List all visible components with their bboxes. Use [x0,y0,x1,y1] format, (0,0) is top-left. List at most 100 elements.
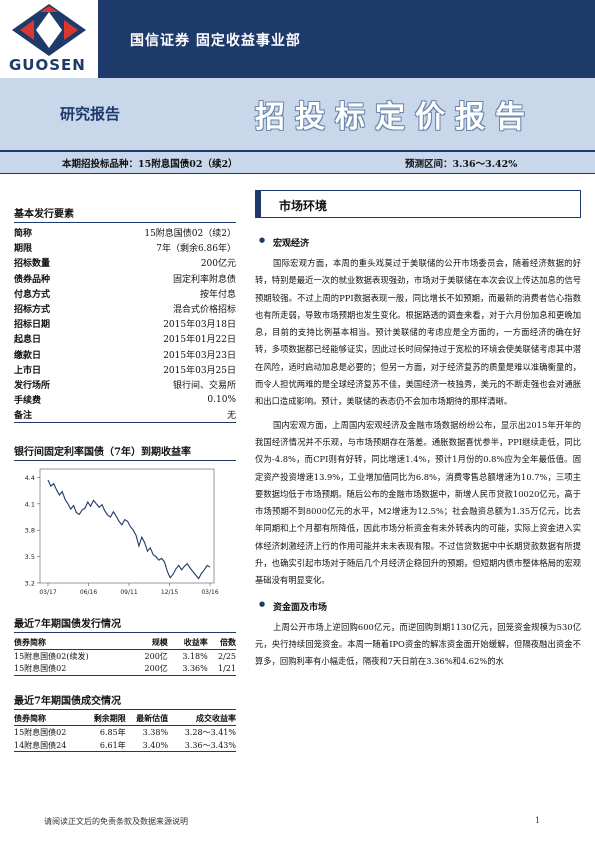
issue-term-value: 15附息国债02（续2） [144,229,236,240]
main-content: 市场环境 宏观经济 国际宏观方面，本周的重头戏莫过于美联储的公开市场委员会，随着… [255,190,581,671]
macro-heading: 宏观经济 [255,235,581,249]
table-cell: 15附息国债02 [14,662,132,676]
issue-terms-title: 基本发行要素 [14,205,236,223]
issue-term-key: 手续费 [14,396,42,407]
table-header: 成交收益率 [168,711,236,727]
section-heading: 市场环境 [255,190,581,218]
table-cell: 3.40% [125,738,169,753]
macro-paragraph-domestic: 国内宏观方面，上周国内宏观经济及金融市场数据纷纷公布，显示出2015年开年的我国… [255,419,581,586]
report-type: 研究报告 [60,105,121,123]
x-tick-label: 09/11 [120,589,137,596]
x-tick-label: 03/17 [39,589,56,596]
issue-term-key: 招标日期 [14,320,51,331]
issue-term-row: 简称 15附息国债02（续2） [14,225,236,240]
table-row: 15附息国债02(续发) 200亿 3.18% 2/25 [14,649,236,662]
table-header: 收益率 [167,635,208,650]
issue-term-row: 付息方式 按年付息 [14,286,236,301]
x-tick-label: 06/16 [80,589,97,596]
table-cell: 3.38% [142,728,169,738]
issue-term-value: 固定利率附息债 [172,274,236,285]
footer-disclaimer: 请阅读正文后的免责条款及数据来源说明 [44,817,188,826]
issue-term-row: 备注 无 [14,407,236,422]
issue-term-value: 按年付息 [199,289,236,300]
issue-term-value: 200亿元 [200,259,236,270]
issue-term-key: 备注 [14,411,33,422]
issue-term-row: 手续费 0.10% [14,392,236,407]
issue-term-row: 债券品种 固定利率附息债 [14,271,236,286]
table-header: 最新估值 [125,711,169,727]
funds-heading: 资金面及市场 [255,599,581,613]
table-cell: 200亿 [144,651,168,661]
funds-paragraph: 上周公开市场上逆回购600亿元，而逆回购到期1130亿元，回笼资金规模为530亿… [255,621,581,667]
table-cell: 1/21 [207,662,236,676]
issue-term-row: 招标方式 混合式价格招标 [14,301,236,316]
y-tick-label: 3.8 [25,527,35,535]
logo: GUOSEN [0,0,98,78]
issue-term-key: 起息日 [14,335,42,346]
macro-paragraph-international: 国际宏观方面，本周的重头戏莫过于美联储的公开市场委员会，随着经济数据的好转，特别… [255,258,581,407]
table-row: 15附息国债02 6.85年 3.38% 3.28～3.41% [14,726,236,739]
table-cell: 2/25 [218,651,236,661]
table-cell: 200亿 [131,662,168,676]
table-row: 14附息国债24 6.61年 3.40% 3.36～3.43% [14,738,236,753]
issue-term-key: 付息方式 [14,289,51,300]
recent-issues-table: 债券简称 规模 收益率 倍数 15附息国债02(续发) 200亿 3.18% 2/25 15附息… [14,635,236,676]
issue-term-row: 缴款日 2015年03月23日 [14,347,236,362]
issue-term-key: 简称 [14,229,33,240]
table-cell: 15附息国债02(续发) [14,651,89,661]
bond-label: 本期招投标品种：15附息国债02（续2） [62,159,238,170]
firm-name: 国信证券 固定收益事业部 [130,33,301,49]
x-tick-label: 12/15 [161,589,178,596]
issue-term-row: 招标日期 2015年03月18日 [14,316,236,331]
issue-term-value: 2015年01月22日 [163,335,236,346]
issue-term-key: 发行场所 [14,380,51,391]
page-number: 1 [535,816,541,825]
issue-term-key: 期限 [14,244,33,255]
bond-bar: 本期招投标品种：15附息国债02（续2） 预测区间：3.36～3.42% [0,150,595,174]
table-header: 剩余期限 [83,711,126,727]
y-tick-label: 3.2 [25,580,35,588]
yield-chart: 3.2 3.5 3.8 4.1 4.4 03/17 06/16 09/11 12/15 03/16 [25,469,219,596]
forecast-range: 预测区间：3.36～3.42% [405,159,518,170]
y-tick-label: 3.5 [25,554,35,562]
recent-trades-title: 最近7年期国债成交情况 [14,692,236,710]
report-title: 招投标定价报告 [255,100,535,135]
table-row: 15附息国债02 200亿 3.36% 1/21 [14,662,236,676]
table-header: 倍数 [207,635,236,650]
table-header: 债券简称 [14,635,132,650]
issue-term-row: 期限 7年（剩余6.86年） [14,240,236,255]
issue-term-row: 上市日 2015年03月25日 [14,362,236,377]
issue-term-key: 债券品种 [14,274,51,285]
issue-term-row: 起息日 2015年01月22日 [14,331,236,346]
issue-terms-table: 简称 15附息国债02（续2） 期限 7年（剩余6.86年） 招标数量 200亿元 债券品种… [14,225,236,424]
issue-term-key: 缴款日 [14,350,42,361]
issue-term-value: 银行间、交易所 [172,380,236,391]
table-cell: 3.36% [167,662,208,676]
issue-term-value: 2015年03月23日 [163,350,236,361]
y-tick-label: 4.1 [25,501,35,509]
recent-trades-table: 债券简称 剩余期限 最新估值 成交收益率 15附息国债02 6.85年 3.38% 3.28～… [14,711,236,753]
issue-term-row: 招标数量 200亿元 [14,255,236,270]
issue-term-key: 招标方式 [14,305,51,316]
table-cell: 3.18% [182,651,208,661]
table-cell: 3.36～3.43% [168,738,236,753]
table-cell: 3.28～3.41% [184,728,236,738]
issue-term-key: 上市日 [14,365,42,376]
logo-text: GUOSEN [9,56,86,74]
left-column: 基本发行要素 简称 15附息国债02（续2） 期限 7年（剩余6.86年） 招标数量 20… [14,205,236,753]
logo-diamond-icon [12,4,86,56]
table-cell: 6.85年 [99,728,126,738]
issue-term-value: 2015年03月25日 [163,365,236,376]
issue-term-value: 2015年03月18日 [163,320,236,331]
table-cell: 6.61年 [83,738,126,753]
table-cell: 14附息国债24 [14,738,84,753]
plot-frame [39,469,215,584]
issue-term-key: 招标数量 [14,259,51,270]
issue-term-value: 无 [226,411,236,422]
x-tick-label: 03/16 [201,589,218,596]
issue-term-value: 7年（剩余6.86年） [156,244,236,255]
issue-term-row: 发行场所 银行间、交易所 [14,377,236,392]
issue-term-value: 0.10% [207,394,236,405]
table-header: 债券简称 [14,711,84,727]
table-header: 规模 [131,635,168,650]
